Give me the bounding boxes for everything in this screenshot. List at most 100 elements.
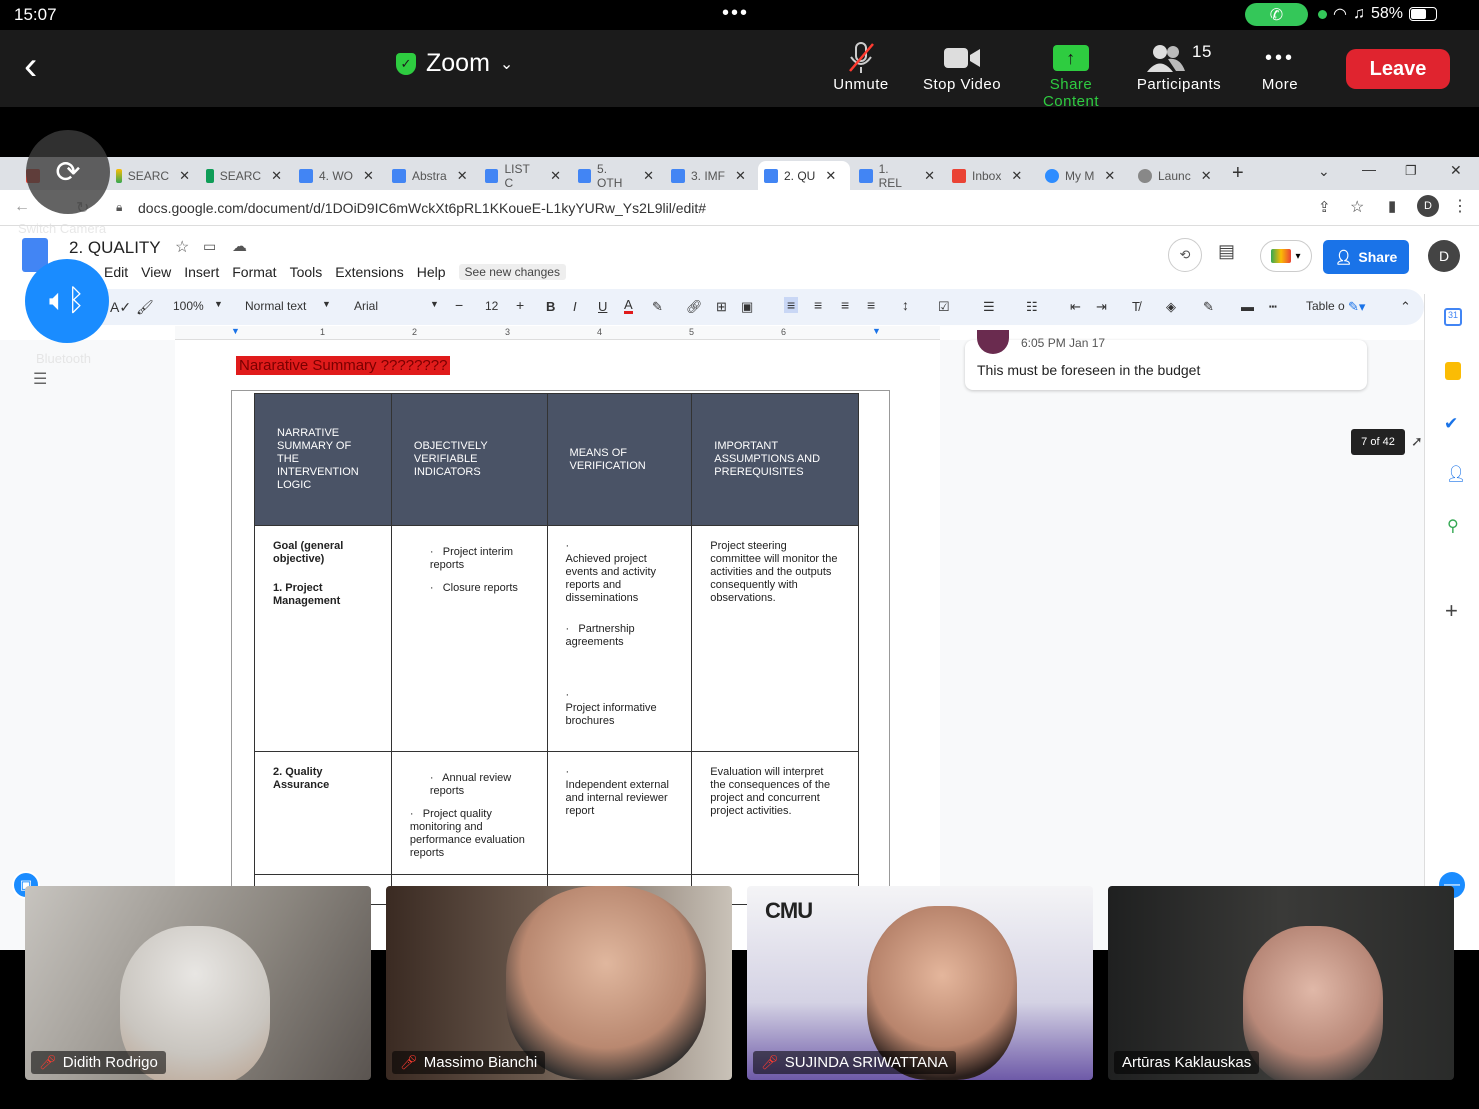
tab-sheets[interactable]: SEARC ✕	[200, 161, 288, 190]
tab-doc[interactable]: 1. REL ✕	[853, 161, 941, 190]
multitask-dots-icon[interactable]: •••	[722, 2, 749, 25]
font-size-input[interactable]: 12	[485, 299, 498, 313]
maps-pin-icon[interactable]: ⚲	[1447, 516, 1459, 536]
table-cell[interactable]: · Annual review reports · Project quality…	[390, 751, 548, 875]
activity-history-icon[interactable]: ⟲	[1168, 238, 1202, 272]
document-heading[interactable]: Nararative Summary ????????	[236, 356, 451, 375]
indent-marker-icon[interactable]: ▼	[231, 326, 240, 336]
window-close-icon[interactable]: ✕	[1450, 162, 1462, 179]
collapse-toolbar-icon[interactable]: ⌃	[1400, 299, 1411, 315]
paint-format-icon[interactable]: 🖌︎	[136, 299, 154, 316]
minimize-icon[interactable]: —	[1362, 161, 1376, 177]
participants-button[interactable]: 15 Participants	[1129, 40, 1229, 93]
add-comment-icon[interactable]: ⊞	[716, 299, 727, 315]
align-center-icon[interactable]: ≡	[814, 297, 822, 313]
tab-inbox[interactable]: Inbox ✕	[946, 161, 1034, 190]
switch-camera-button[interactable]: ⟳	[26, 130, 110, 214]
increase-indent-icon[interactable]: ⇥	[1096, 299, 1107, 315]
underline-icon[interactable]: U	[598, 299, 607, 314]
menu-extensions[interactable]: Extensions	[335, 264, 403, 280]
insert-image-icon[interactable]: ▣	[741, 299, 753, 315]
close-icon[interactable]: ✕	[363, 168, 374, 184]
tab-doc[interactable]: 4. WO ✕	[293, 161, 381, 190]
menu-insert[interactable]: Insert	[184, 264, 219, 280]
tasks-icon[interactable]: ✔	[1444, 414, 1458, 434]
border-width-icon[interactable]: ▬	[1241, 299, 1254, 314]
border-color-icon[interactable]: ✎	[1203, 299, 1214, 315]
audio-route-button[interactable]: 🔈︎ᛒ	[25, 259, 109, 343]
back-arrow-icon[interactable]: ←	[14, 198, 30, 216]
logframe-table[interactable]: NARRATIVE SUMMARY OF THE INTERVENTION LO…	[254, 393, 859, 905]
profile-avatar[interactable]: D	[1417, 195, 1439, 217]
table-cell[interactable]: · Achieved project events and activity re…	[546, 525, 693, 752]
editing-mode-icon[interactable]: ✎▾	[1348, 299, 1365, 315]
participant-video-tile[interactable]: 🎤︎ Didith Rodrigo	[25, 886, 371, 1080]
decrease-indent-icon[interactable]: ⇤	[1070, 299, 1081, 315]
indent-marker-icon[interactable]: ▼	[872, 326, 881, 336]
bulleted-list-icon[interactable]: ☰	[983, 299, 995, 315]
unmute-button[interactable]: Unmute	[811, 40, 911, 93]
table-cell[interactable]: Project steering committee will monitor …	[691, 525, 859, 752]
tab-doc[interactable]: 5. OTH ✕	[572, 161, 660, 190]
tab-launch[interactable]: Launc ✕	[1132, 161, 1220, 190]
table-cell[interactable]: · Project interim reports · Closure repor…	[390, 525, 548, 752]
numbered-list-icon[interactable]: ☷	[1026, 299, 1038, 315]
fill-color-icon[interactable]: ◈	[1166, 299, 1176, 315]
font-select[interactable]: Arial	[354, 299, 378, 313]
clear-formatting-icon[interactable]: T̸	[1132, 299, 1140, 314]
stop-video-button[interactable]: Stop Video	[912, 40, 1012, 93]
menu-edit[interactable]: Edit	[104, 264, 128, 280]
highlight-icon[interactable]: ✎	[652, 299, 663, 315]
bookmark-star-icon[interactable]: ☆	[1350, 197, 1364, 217]
tab-doc[interactable]: Abstra ✕	[386, 161, 474, 190]
user-avatar[interactable]: D	[1428, 240, 1460, 272]
new-tab-plus-icon[interactable]: +	[1232, 162, 1244, 185]
leave-button[interactable]: Leave	[1346, 49, 1450, 89]
close-icon[interactable]: ✕	[1201, 168, 1212, 184]
comment-card[interactable]: 6:05 PM Jan 17 This must be foreseen in …	[965, 330, 1367, 390]
align-left-icon[interactable]: ≡	[784, 297, 799, 313]
see-new-changes-button[interactable]: See new changes	[458, 264, 566, 280]
url-text[interactable]: docs.google.com/document/d/1DOiD9IC6mWck…	[138, 200, 706, 216]
tab-zoom[interactable]: My M ✕	[1039, 161, 1127, 190]
table-cell[interactable]: 2. Quality Assurance	[254, 751, 392, 875]
tab-search-chevron-icon[interactable]: ⌄	[1318, 163, 1330, 180]
table-options-button[interactable]: Table o	[1306, 299, 1345, 313]
menu-view[interactable]: View	[141, 264, 171, 280]
share-button[interactable]: 👤︎ Share	[1323, 240, 1409, 274]
calendar-icon[interactable]: 31	[1444, 308, 1462, 326]
text-color-icon[interactable]: A	[624, 298, 633, 314]
contacts-icon[interactable]: 👤︎	[1446, 464, 1466, 484]
add-addon-plus-icon[interactable]: +	[1445, 598, 1458, 624]
increase-font-icon[interactable]: +	[516, 297, 524, 313]
checklist-icon[interactable]: ☑	[938, 299, 950, 315]
bold-icon[interactable]: B	[546, 299, 555, 314]
share-content-button[interactable]: ↑ Share Content	[1021, 40, 1121, 110]
close-icon[interactable]: ✕	[735, 168, 746, 184]
move-folder-icon[interactable]: ▭	[203, 238, 216, 255]
justify-icon[interactable]: ≡	[867, 297, 875, 313]
close-icon[interactable]: ✕	[1011, 168, 1022, 184]
share-page-icon[interactable]: ⇪	[1318, 198, 1331, 216]
style-select[interactable]: Normal text	[245, 299, 306, 313]
border-dash-icon[interactable]: ┅	[1269, 299, 1277, 315]
participant-video-tile[interactable]: CMU 🎤︎ SUJINDA SRIWATTANA	[747, 886, 1093, 1080]
keep-icon[interactable]	[1445, 362, 1461, 380]
link-icon[interactable]: 🔗︎	[686, 299, 703, 315]
table-cell[interactable]: Evaluation will interpret the consequenc…	[691, 751, 859, 875]
tab-doc[interactable]: 3. IMF ✕	[665, 161, 753, 190]
menu-help[interactable]: Help	[417, 264, 446, 280]
participant-video-tile[interactable]: Artūras Kaklauskas	[1108, 886, 1454, 1080]
close-icon[interactable]: ✕	[924, 168, 935, 184]
meet-button[interactable]: ▾	[1260, 240, 1312, 272]
close-icon[interactable]: ✕	[825, 168, 836, 184]
menu-format[interactable]: Format	[232, 264, 276, 280]
tab-drive[interactable]: SEARC ✕	[110, 161, 196, 190]
back-chevron-icon[interactable]: ‹	[24, 44, 37, 89]
participant-video-tile[interactable]: 🎤︎ Massimo Bianchi	[386, 886, 732, 1080]
more-button[interactable]: ••• More	[1230, 40, 1330, 94]
tab-doc-active[interactable]: 2. QU ✕	[758, 161, 850, 190]
table-cell[interactable]: Goal (general objective) 1. Project Manag…	[254, 525, 392, 752]
zoom-select[interactable]: 100%	[173, 299, 204, 313]
close-icon[interactable]: ✕	[271, 168, 282, 184]
